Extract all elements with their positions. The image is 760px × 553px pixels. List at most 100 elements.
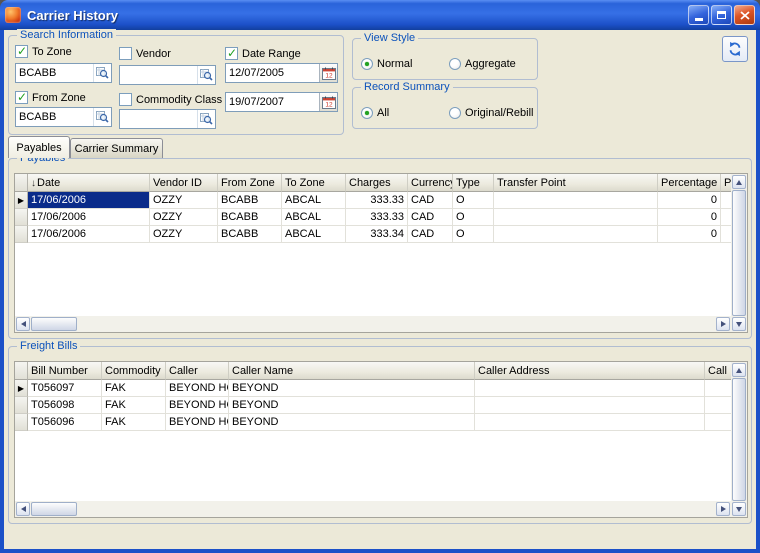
- column-header-to-zone[interactable]: To Zone: [282, 174, 346, 192]
- radio-original-rebill[interactable]: Original/Rebill: [449, 107, 533, 119]
- horizontal-scrollbar[interactable]: [15, 501, 731, 517]
- cell[interactable]: O: [453, 209, 494, 226]
- cell[interactable]: [475, 414, 705, 431]
- cell[interactable]: OZZY: [150, 226, 218, 243]
- cell[interactable]: ABCAL: [282, 226, 346, 243]
- cell[interactable]: [475, 397, 705, 414]
- cell[interactable]: BEYOND HOF: [166, 414, 229, 431]
- cell[interactable]: 17/06/2006: [28, 209, 150, 226]
- cell[interactable]: O: [453, 192, 494, 209]
- cell[interactable]: BEYOND: [229, 397, 475, 414]
- column-header-from-zone[interactable]: From Zone: [218, 174, 282, 192]
- scroll-right-button[interactable]: [716, 502, 730, 516]
- cell[interactable]: FAK: [102, 397, 166, 414]
- column-header-date[interactable]: ↓Date: [28, 174, 150, 192]
- row-selector-header[interactable]: [15, 362, 28, 380]
- cell[interactable]: ABCAL: [282, 209, 346, 226]
- column-header-caller-name[interactable]: Caller Name: [229, 362, 475, 380]
- cell[interactable]: BCABB: [218, 209, 282, 226]
- cell[interactable]: BEYOND: [229, 380, 475, 397]
- cell[interactable]: 0: [658, 209, 721, 226]
- scroll-left-button[interactable]: [16, 502, 30, 516]
- cell[interactable]: BEYOND HOF: [166, 380, 229, 397]
- minimize-button[interactable]: [688, 5, 709, 25]
- cell[interactable]: T056098: [28, 397, 102, 414]
- column-header-vendor-id[interactable]: Vendor ID: [150, 174, 218, 192]
- row-selector[interactable]: [15, 209, 28, 226]
- row-selector[interactable]: [15, 397, 28, 414]
- date-to-calendar-button[interactable]: 12: [319, 93, 337, 111]
- column-header-charges[interactable]: Charges: [346, 174, 408, 192]
- column-header-percentage[interactable]: Percentage: [658, 174, 721, 192]
- to-zone-checkbox[interactable]: To Zone: [15, 45, 72, 58]
- column-header-caller-address[interactable]: Caller Address: [475, 362, 705, 380]
- date-range-checkbox[interactable]: Date Range: [225, 47, 301, 60]
- column-header-type[interactable]: Type: [453, 174, 494, 192]
- titlebar[interactable]: Carrier History: [0, 0, 760, 30]
- column-header-bill-number[interactable]: Bill Number: [28, 362, 102, 380]
- radio-normal[interactable]: Normal: [361, 58, 412, 70]
- vertical-scrollbar[interactable]: [731, 362, 747, 517]
- column-header-caller[interactable]: Caller: [166, 362, 229, 380]
- vendor-input[interactable]: [120, 66, 197, 84]
- column-header-currency[interactable]: Currency: [408, 174, 453, 192]
- cell[interactable]: 17/06/2006: [28, 226, 150, 243]
- vendor-lookup-button[interactable]: [197, 66, 215, 84]
- cell[interactable]: [475, 380, 705, 397]
- scroll-up-button[interactable]: [732, 363, 746, 377]
- cell[interactable]: [705, 397, 731, 414]
- row-selector[interactable]: ▶: [15, 380, 28, 397]
- row-selector-header[interactable]: [15, 174, 28, 192]
- cell[interactable]: [705, 414, 731, 431]
- cell[interactable]: CAD: [408, 226, 453, 243]
- cell[interactable]: 333.33: [346, 192, 408, 209]
- row-selector[interactable]: [15, 226, 28, 243]
- cell[interactable]: [494, 192, 658, 209]
- horizontal-scrollbar[interactable]: [15, 316, 731, 332]
- cell[interactable]: FAK: [102, 414, 166, 431]
- tab-carrier-summary[interactable]: Carrier Summary: [70, 138, 163, 158]
- from-zone-input[interactable]: [16, 108, 93, 126]
- cell[interactable]: T056096: [28, 414, 102, 431]
- date-from-calendar-button[interactable]: 12: [319, 64, 337, 82]
- cell[interactable]: 333.33: [346, 209, 408, 226]
- cell[interactable]: FAK: [102, 380, 166, 397]
- scroll-down-button[interactable]: [732, 502, 746, 516]
- cell[interactable]: [721, 209, 731, 226]
- cell[interactable]: ABCAL: [282, 192, 346, 209]
- cell[interactable]: 0: [658, 192, 721, 209]
- cell[interactable]: [705, 380, 731, 397]
- row-selector[interactable]: [15, 414, 28, 431]
- refresh-button[interactable]: [722, 36, 748, 62]
- cell-date-selected[interactable]: 17/06/2006: [28, 192, 150, 209]
- cell[interactable]: CAD: [408, 209, 453, 226]
- commodity-class-input[interactable]: [120, 110, 197, 128]
- tab-payables[interactable]: Payables: [8, 136, 70, 158]
- commodity-class-lookup-button[interactable]: [197, 110, 215, 128]
- cell[interactable]: CAD: [408, 192, 453, 209]
- cell[interactable]: BEYOND: [229, 414, 475, 431]
- cell[interactable]: [721, 192, 731, 209]
- close-button[interactable]: [734, 5, 755, 25]
- row-selector[interactable]: ▶: [15, 192, 28, 209]
- vertical-scroll-thumb[interactable]: [732, 190, 746, 316]
- cell[interactable]: BCABB: [218, 192, 282, 209]
- vendor-checkbox[interactable]: Vendor: [119, 47, 171, 60]
- from-zone-checkbox[interactable]: From Zone: [15, 91, 86, 104]
- column-header-p[interactable]: P: [721, 174, 731, 192]
- cell[interactable]: OZZY: [150, 209, 218, 226]
- horizontal-scroll-thumb[interactable]: [31, 502, 77, 516]
- date-to-input[interactable]: [226, 93, 319, 111]
- cell[interactable]: BCABB: [218, 226, 282, 243]
- radio-all[interactable]: All: [361, 107, 389, 119]
- cell[interactable]: [494, 226, 658, 243]
- from-zone-lookup-button[interactable]: [93, 108, 111, 126]
- to-zone-input[interactable]: [16, 64, 93, 82]
- scroll-right-button[interactable]: [716, 317, 730, 331]
- cell[interactable]: BEYOND HOF: [166, 397, 229, 414]
- cell[interactable]: O: [453, 226, 494, 243]
- to-zone-lookup-button[interactable]: [93, 64, 111, 82]
- horizontal-scroll-thumb[interactable]: [31, 317, 77, 331]
- scroll-up-button[interactable]: [732, 175, 746, 189]
- cell[interactable]: 333.34: [346, 226, 408, 243]
